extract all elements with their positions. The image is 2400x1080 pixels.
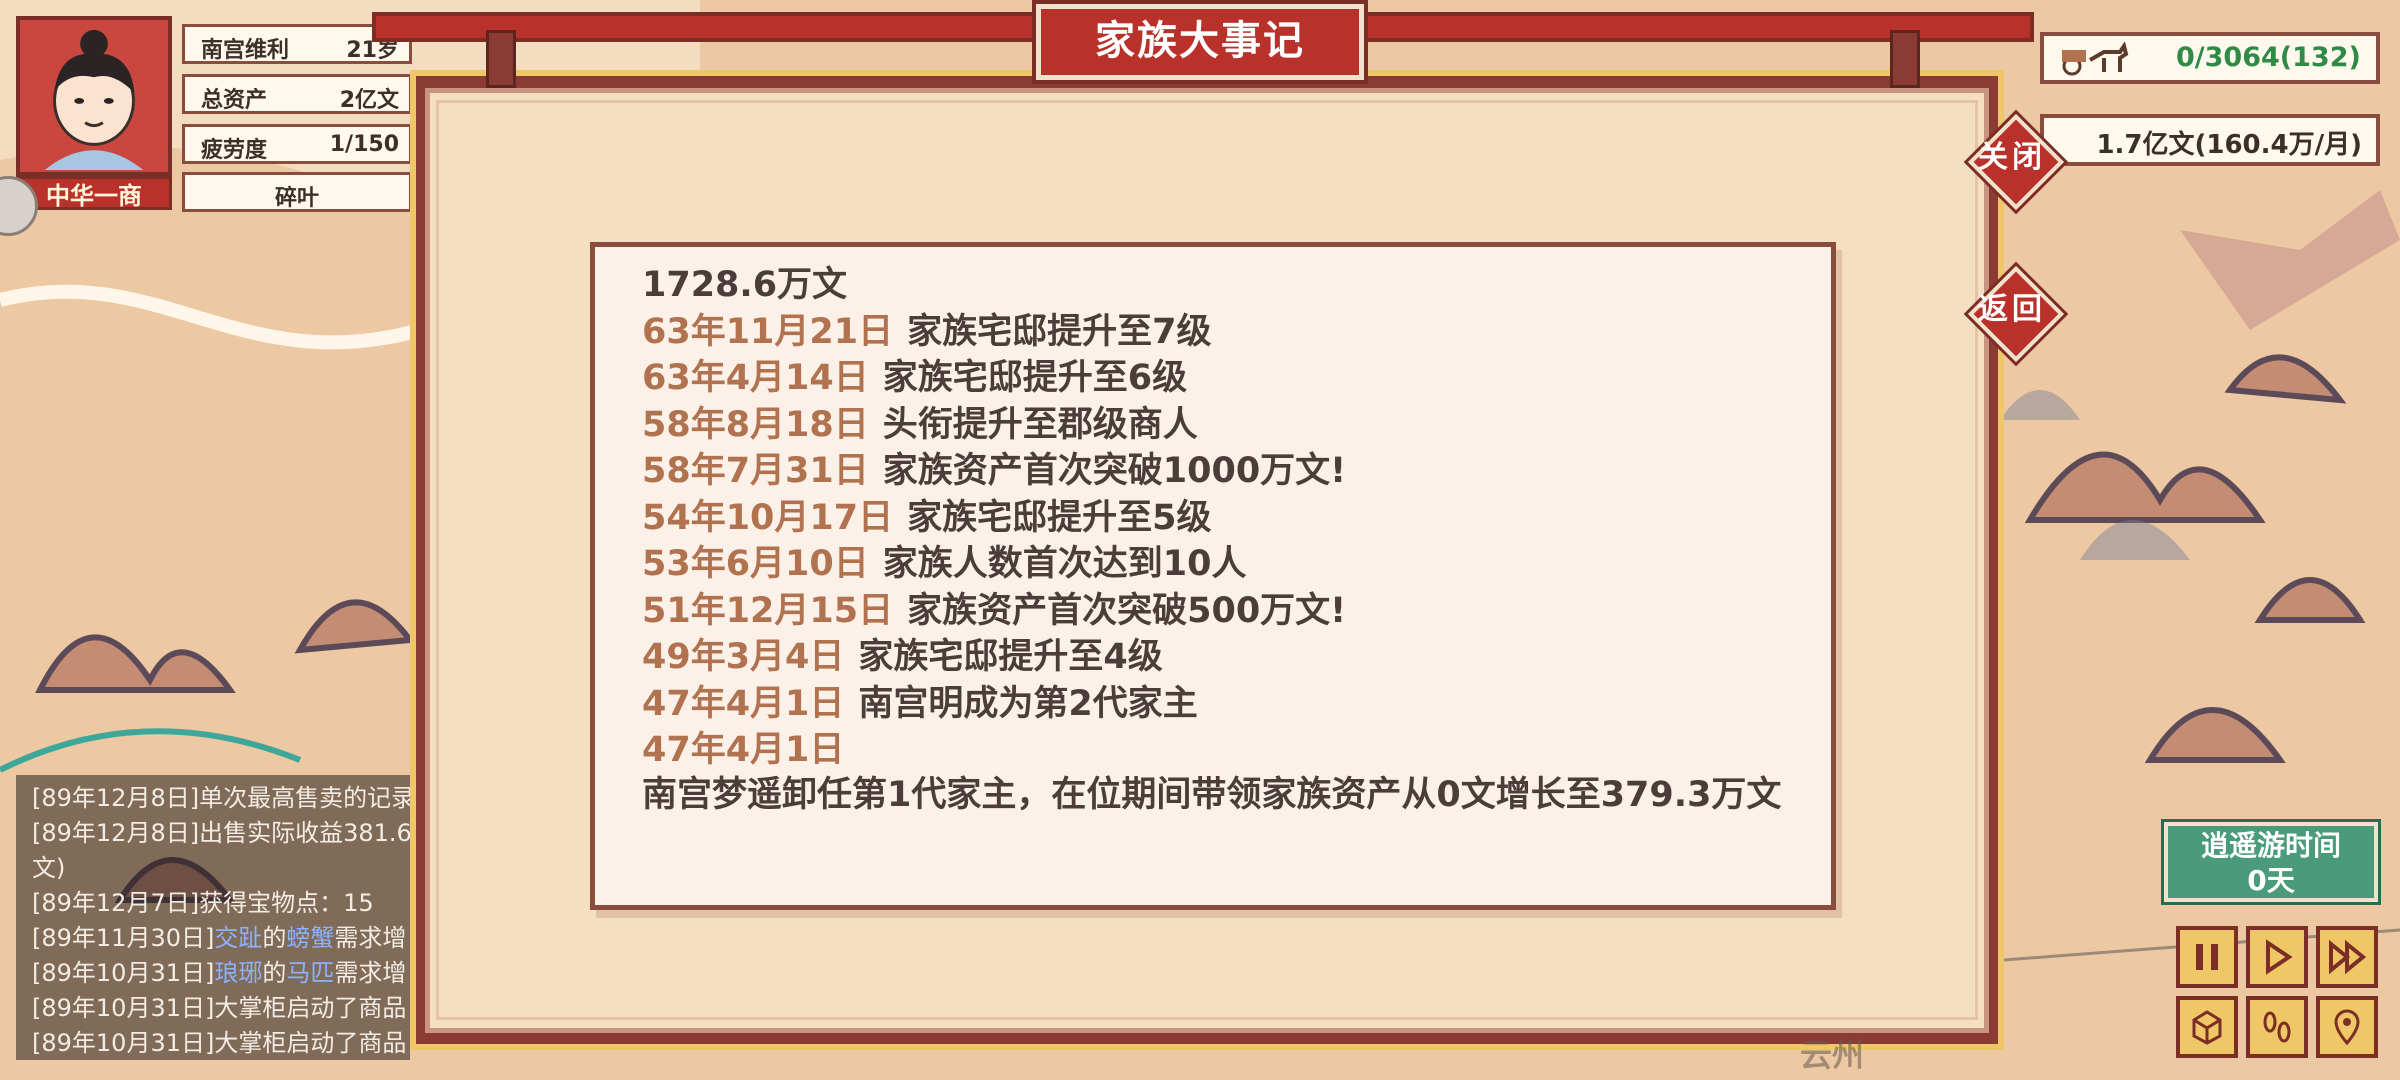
event-row: 63年11月21日 家族宅邸提升至7级 [642,309,1782,356]
event-text: 家族宅邸提升至7级 [907,311,1212,352]
message-log[interactable]: [89年12月8日]单次最高售卖的记录 [89年12月8日]出售实际收益381.… [16,775,410,1060]
back-button[interactable]: 返回 [1967,265,2065,363]
cube-icon [2192,1010,2222,1045]
event-date: 58年8月18日 [642,404,869,445]
transport-value: 0/3064(132) [2176,42,2361,73]
event-text: 家族宅邸提升至4级 [858,637,1163,677]
time-panel-title: 逍遥游时间 [2200,829,2341,862]
avatar-icon [20,22,168,170]
event-text: 家族宅邸提升至6级 [882,358,1188,398]
log-line: [89年10月31日]大掌柜启动了商品 [32,994,407,1022]
log-text: 需求增 [334,924,407,952]
beam-post-right [1890,30,1920,88]
event-row: 49年3月4日 家族宅邸提升至4级 [642,634,1782,681]
log-text: 的 [262,924,287,952]
event-row: 47年4月1日 南宫明成为第2代家主 [642,681,1782,728]
footprints-button[interactable] [2246,996,2308,1058]
income-display: 1.7亿文(160.4万/月) [2040,114,2380,166]
stat-fatigue: 疲劳度 1/150 [182,124,412,164]
event-text: 南宫明成为第2代家主 [858,683,1198,724]
stat-label: 南宫维利 [201,38,290,63]
event-date: 49年3月4日 [642,637,845,677]
dialog-title: 家族大事记 [1036,4,1364,80]
log-line: [89年11月30日]交趾的螃蟹需求增 [32,921,410,956]
map-city-label[interactable]: 云州 [1800,1030,1864,1076]
event-row: 54年10月17日 家族宅邸提升至5级 [642,495,1782,542]
play-button[interactable] [2246,926,2308,988]
log-text: 的 [262,959,287,987]
log-date: [89年10月31日] [32,959,215,987]
event-date: 58年7月31日 [642,451,869,491]
stat-total-assets: 总资产 2亿文 [182,74,412,114]
event-text: 家族宅邸提升至5级 [907,497,1212,538]
event-text: 家族人数首次达到10人 [882,544,1247,584]
log-link-region[interactable]: 琅琊 [214,959,262,987]
log-link-region[interactable]: 交趾 [214,924,262,952]
player-portrait[interactable] [16,16,172,176]
back-button-label: 返回 [1978,292,2046,327]
horse-cart-icon [2058,41,2130,83]
pause-button[interactable] [2176,926,2238,988]
server-name: 碎叶 [274,186,319,211]
income-value: 1.7亿文(160.4万/月) [2096,130,2362,160]
player-title-badge: 中华一商 [16,176,172,210]
event-text-long: 南宫梦遥卸任第1代家主，在位期间带领家族资产从0文增长至379.3万文 [642,774,1782,815]
log-line: [89年10月31日]琅琊的马匹需求增 [32,956,410,991]
event-date: 47年4月1日 [642,730,845,770]
event-row: 63年4月14日 家族宅邸提升至6级 [642,355,1782,402]
close-button-label: 关闭 [1978,140,2046,175]
free-roam-time-panel: 逍遥游时间 0天 [2164,822,2378,902]
log-link-goods[interactable]: 螃蟹 [286,924,334,952]
event-date: 53年6月10日 [642,544,869,584]
stat-label: 总资产 [201,88,268,113]
event-row: 47年4月1日 [642,727,1782,774]
time-panel-value: 0天 [2247,864,2295,897]
event-text: 家族资产首次突破500万文! [907,590,1347,631]
event-text: 家族资产首次突破1000万文! [882,451,1347,491]
log-line: [89年12月8日]出售实际收益381.6 [32,819,410,847]
pause-icon [2196,944,2218,970]
server-box[interactable]: 碎叶 [182,172,412,212]
log-link-goods[interactable]: 马匹 [286,959,334,987]
event-row: 58年7月31日 家族资产首次突破1000万文! [642,448,1782,495]
event-row: 51年12月15日 家族资产首次突破500万文! [642,588,1782,635]
map-cube-button[interactable] [2176,996,2238,1058]
log-line: [89年10月31日]大掌柜启动了商品 [32,1029,407,1057]
event-date: 63年11月21日 [642,311,894,352]
event-date: 47年4月1日 [642,683,845,724]
stat-label: 疲劳度 [201,138,268,163]
play-icon [2266,939,2293,975]
event-row: 58年8月18日 头衔提升至郡级商人 [642,402,1782,449]
location-pin-icon [2334,1009,2360,1046]
close-button[interactable]: 关闭 [1967,113,2065,211]
footprints-icon [2263,1011,2291,1043]
event-date: 51年12月15日 [642,590,894,631]
log-line: [89年12月8日]单次最高售卖的记录 [32,784,410,812]
log-line: [89年12月7日]获得宝物点：15 [32,889,374,917]
event-row: 53年6月10日 家族人数首次达到10人 [642,541,1782,588]
event-date: 54年10月17日 [642,497,894,538]
location-button[interactable] [2316,996,2378,1058]
event-text: 头衔提升至郡级商人 [882,404,1198,445]
log-header-line: 1728.6万文 [642,265,848,305]
log-text: 需求增 [334,959,407,987]
stat-value: 1/150 [329,132,399,157]
log-date: [89年11月30日] [32,924,215,952]
fast-forward-button[interactable] [2316,926,2378,988]
fast-forward-icon [2329,939,2367,975]
beam-post-left [486,30,516,88]
family-event-log: 1728.6万文 63年11月21日 家族宅邸提升至7级 63年4月14日 家族宅邸… [642,262,1782,817]
event-date: 63年4月14日 [642,358,869,398]
transport-capacity[interactable]: 0/3064(132) [2040,32,2380,84]
stat-value: 2亿文 [339,88,399,113]
log-line: 文) [32,854,66,882]
